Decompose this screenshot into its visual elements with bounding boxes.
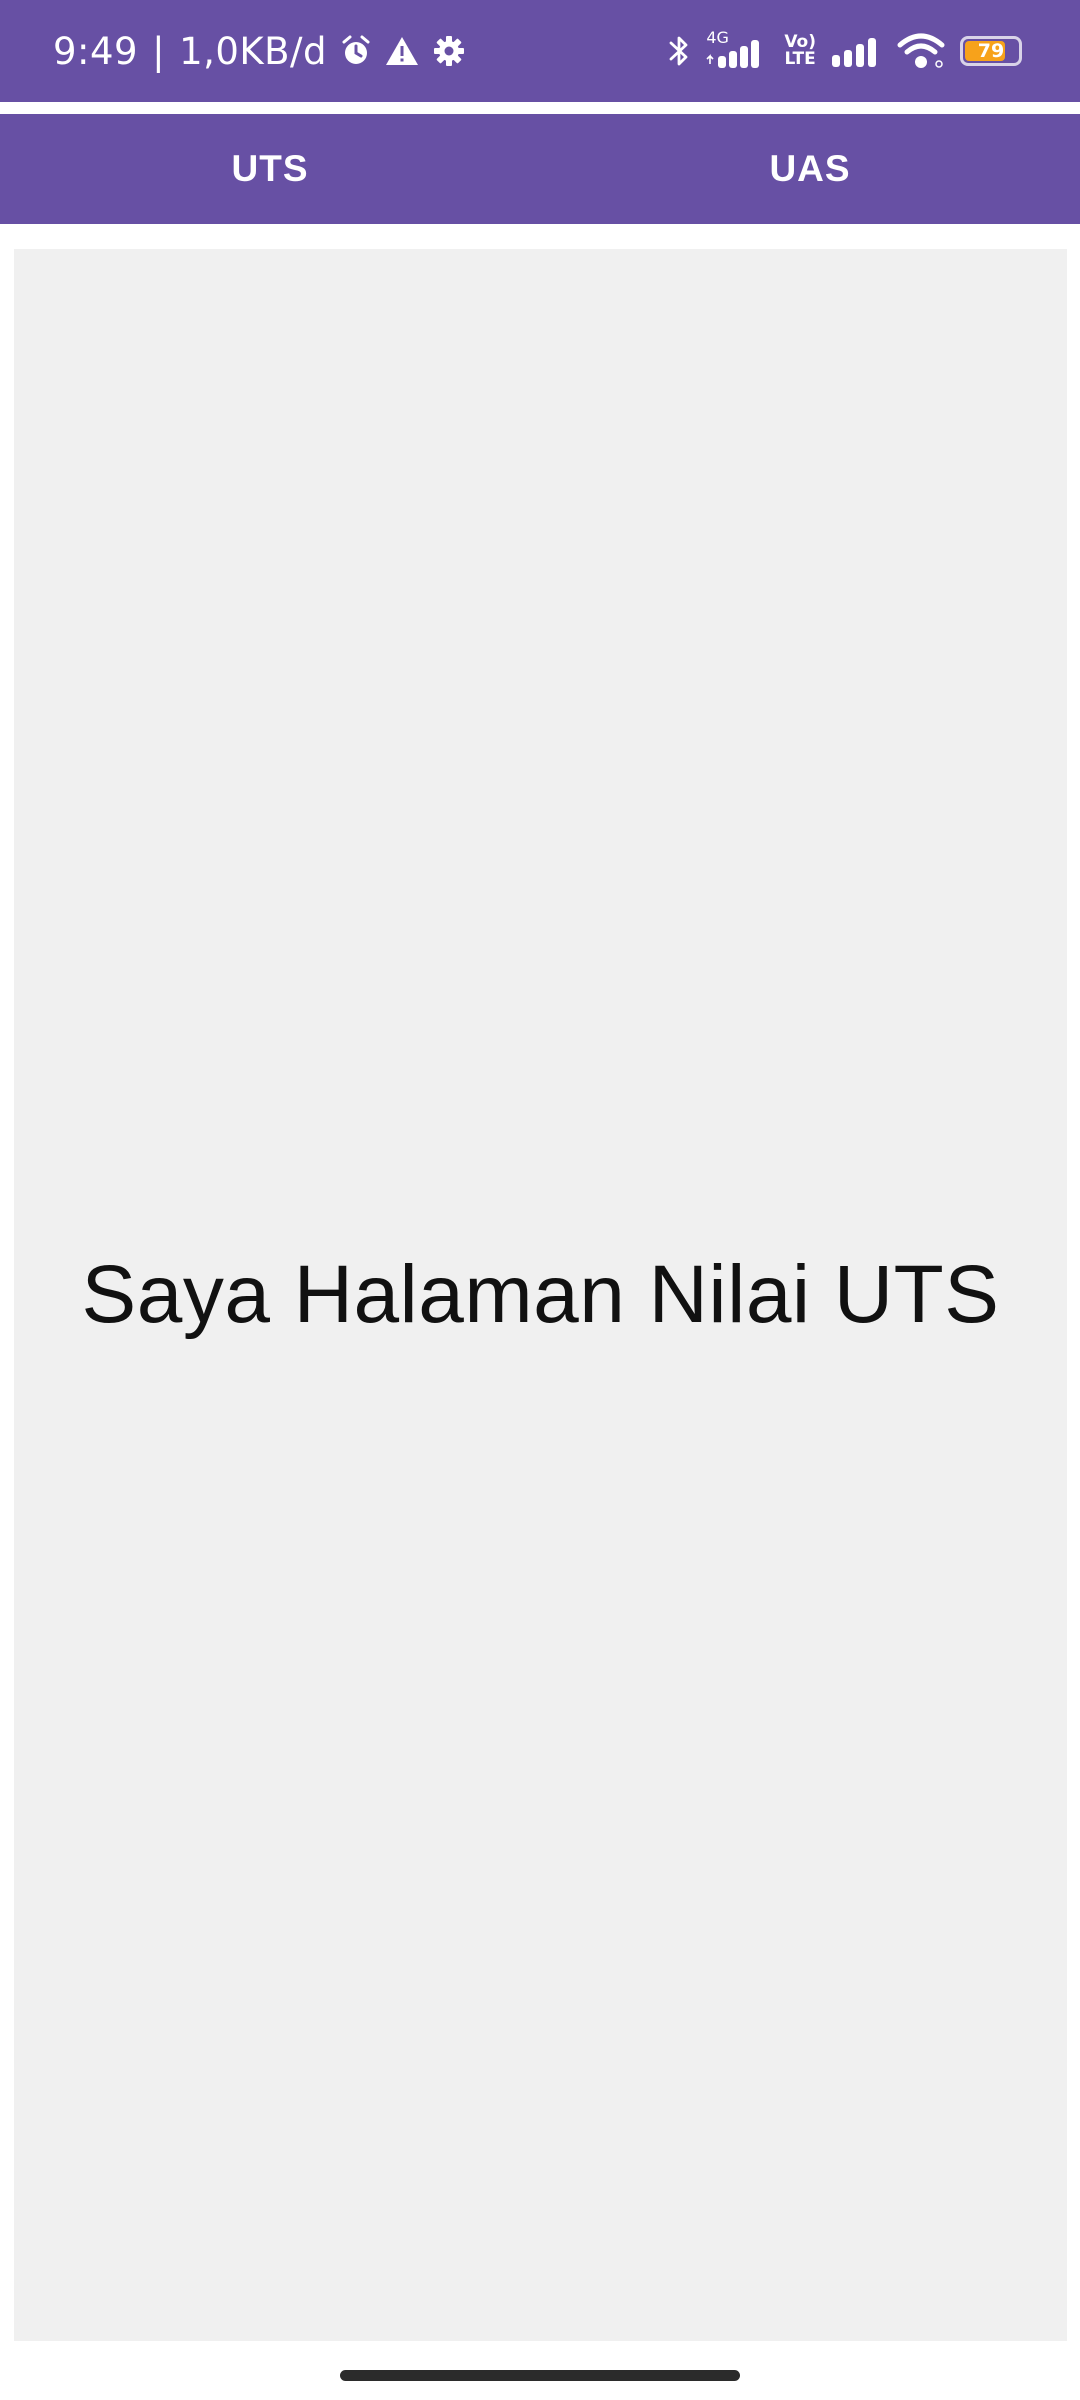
status-data-rate: 1,0KB/d (179, 29, 328, 73)
home-gesture-bar[interactable] (340, 2370, 740, 2381)
content-panel: Saya Halaman Nilai UTS (14, 249, 1067, 2341)
battery-level: 79 (977, 40, 1005, 62)
status-time: 9:49 (53, 29, 139, 73)
tab-uts[interactable]: UTS (0, 114, 540, 224)
bluetooth-icon (668, 33, 690, 69)
volte-icon: Vo) LTE (784, 34, 816, 68)
tab-uas[interactable]: UAS (540, 114, 1080, 224)
volte-label-bottom: LTE (784, 49, 816, 69)
gear-icon (433, 35, 465, 67)
page-message: Saya Halaman Nilai UTS (81, 1249, 1000, 1340)
status-bar: 9:49 | 1,0KB/d 4G Vo) LTE 79 (0, 0, 1080, 102)
header-divider (0, 102, 1080, 114)
signal-4g-icon: 4G (704, 28, 770, 68)
tab-bar: UTS UAS (0, 114, 1080, 224)
status-right: 4G Vo) LTE 79 (668, 0, 1022, 102)
tab-uts-label: UTS (231, 148, 309, 189)
tab-uas-label: UAS (769, 148, 851, 189)
wifi-icon (896, 33, 946, 69)
battery-body: 79 (960, 36, 1022, 66)
network-label: 4G (706, 28, 729, 47)
alarm-icon (341, 35, 371, 67)
signal-icon (830, 35, 882, 67)
status-separator: | (152, 29, 166, 73)
status-left: 9:49 | 1,0KB/d (53, 0, 465, 102)
battery-icon: 79 (960, 36, 1022, 66)
warning-icon (385, 36, 419, 66)
